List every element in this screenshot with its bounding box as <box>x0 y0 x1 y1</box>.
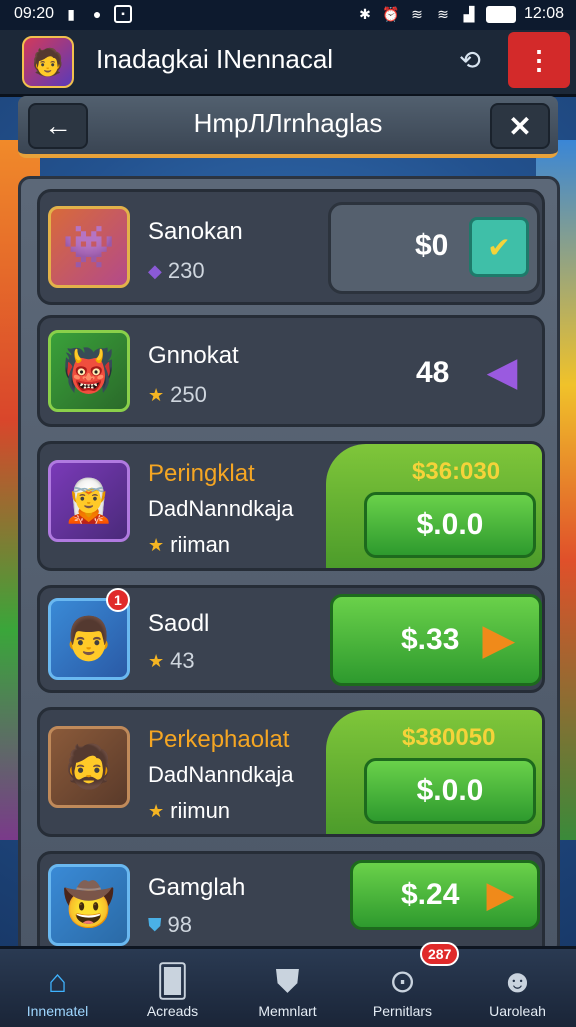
shield-icon: ⛊ <box>275 963 300 999</box>
item-name: Saodl <box>148 610 210 637</box>
monster-avatar-icon: 👾 <box>48 206 130 288</box>
list-item[interactable]: 👹 Gnnokat ★ 250 48 ◀ <box>37 315 545 427</box>
play-arrow-icon: ▶ <box>487 876 514 914</box>
nav-item-shield[interactable]: ⛊ Memnlart <box>230 949 345 1027</box>
item-name: Gnnokat <box>148 342 239 369</box>
character-avatar-icon[interactable]: 🧑 <box>22 36 74 88</box>
signal-icon: ▟ <box>463 5 475 22</box>
list-item[interactable]: 🤠 Gamglah ⛊ 98 $.24 ▶ <box>37 851 545 953</box>
item-meta: ⛊ 98 <box>148 912 192 938</box>
page-title: HmpЛЛrnhaglas <box>193 108 383 138</box>
nav-label: Pernitlars <box>372 1003 433 1019</box>
item-name: Peringklat <box>148 460 255 487</box>
buy-button[interactable]: $.0.0 <box>364 758 536 824</box>
notification-badge: 287 <box>420 942 460 966</box>
star-icon: ★ <box>148 384 165 405</box>
chevron-down-icon: ✔ <box>487 231 511 263</box>
record-icon: ● <box>92 6 102 22</box>
home-icon: ⌂ <box>47 963 68 999</box>
buy-button[interactable]: $.33 ▶ <box>330 594 542 686</box>
wifi-icon: ≋ <box>411 5 423 22</box>
item-name: Sanokan <box>148 218 243 245</box>
share-icon: ⟲ <box>459 44 481 75</box>
cowboy-avatar-icon: 🤠 <box>48 864 130 946</box>
item-meta-value: 43 <box>170 648 195 673</box>
item-name: Perkephaolat <box>148 726 290 753</box>
shield-icon: ⛊ <box>148 914 162 935</box>
select-button[interactable]: ✔ <box>469 217 529 277</box>
buy-button[interactable]: ◀ <box>472 342 532 402</box>
item-price: $0 <box>415 229 449 262</box>
notification-badge: 1 <box>106 588 130 612</box>
bottom-navigation: ⌂ Innematel 🂠 Acreads ⛊ Memnlart ⊙ Perni… <box>0 946 576 1027</box>
nav-item-home[interactable]: ⌂ Innematel <box>0 949 115 1027</box>
wifi-icon: ≋ <box>437 5 449 22</box>
item-subtitle: DadNanndkaja <box>148 496 294 521</box>
list-item-featured[interactable]: 🧝 Peringklat DadNanndkaja ★ riiman $36:0… <box>37 441 545 571</box>
item-subtitle: DadNanndkaja <box>148 762 294 787</box>
item-meta-value: riimun <box>170 798 231 823</box>
item-meta: ★ 250 <box>148 382 207 408</box>
item-meta-value: riiman <box>170 532 231 557</box>
nav-item-cards[interactable]: 🂠 Acreads <box>115 949 230 1027</box>
item-meta-value: 98 <box>167 912 192 937</box>
item-list-panel: 👾 Sanokan ◆ 230 $0 ✔ 👹 Gnnokat ★ 250 48 … <box>18 176 560 956</box>
menu-button[interactable]: ⋮ <box>508 32 570 88</box>
close-icon: ✕ <box>508 110 532 142</box>
play-arrow-icon: ▶ <box>483 618 514 662</box>
list-item-featured[interactable]: 🧔 Perkephaolat DadNanndkaja ★ riimun $38… <box>37 707 545 837</box>
buy-button[interactable]: $.24 ▶ <box>350 860 540 930</box>
bookmark-icon: ▮ <box>67 5 75 22</box>
cards-icon: 🂠 <box>156 963 189 999</box>
item-price: $.24 <box>401 878 460 911</box>
item-meta: ★ riiman <box>148 532 230 558</box>
price-panel[interactable]: $0 ✔ <box>328 202 540 294</box>
item-meta-value: 250 <box>170 382 207 407</box>
star-icon: ★ <box>148 650 165 671</box>
bluetooth-icon: ✱ <box>359 5 371 22</box>
battery-icon <box>485 5 516 23</box>
status-bar: 09:20 ▮ ● ▪ ✱ ⏰ ≋ ≋ ▟ 12:08 <box>0 0 576 30</box>
nav-label: Acreads <box>146 1003 199 1019</box>
item-meta: ★ 43 <box>148 648 195 674</box>
item-name: Gamglah <box>148 874 246 901</box>
status-time-left: 09:20 <box>14 5 55 22</box>
nav-item-profile[interactable]: ☻ Uaroleah <box>460 949 575 1027</box>
goblin-avatar-icon: 👹 <box>48 330 130 412</box>
list-item[interactable]: 👾 Sanokan ◆ 230 $0 ✔ <box>37 189 545 305</box>
item-price: 48 <box>416 356 450 389</box>
item-meta-value: 230 <box>167 258 205 283</box>
app-title: Inadagkai INennacal <box>96 44 334 74</box>
profile-icon: ☻ <box>500 963 535 999</box>
arrow-left-icon: ← <box>44 110 72 141</box>
nav-label: Memnlart <box>258 1003 317 1019</box>
status-time-right: 12:08 <box>523 5 564 22</box>
share-button[interactable]: ⟲ <box>448 40 492 80</box>
nav-label: Uaroleah <box>489 1003 546 1019</box>
photo-icon: ▪ <box>114 5 133 23</box>
gem-icon: ◀ <box>486 350 518 394</box>
more-vertical-icon: ⋮ <box>526 44 552 75</box>
explorer-avatar-icon: 🧔 <box>48 726 130 808</box>
gem-icon: ◆ <box>148 260 162 281</box>
star-icon: ★ <box>148 534 165 555</box>
warrior-avatar-icon: 🧝 <box>48 460 130 542</box>
item-meta: ◆ 230 <box>148 258 205 284</box>
item-price: $.33 <box>401 623 460 656</box>
deal-price: $36:030 <box>412 458 501 485</box>
location-pin-icon: ⊙ <box>389 963 416 999</box>
back-button[interactable]: ← <box>28 103 88 149</box>
alarm-icon: ⏰ <box>382 5 400 22</box>
star-icon: ★ <box>148 800 165 821</box>
close-button[interactable]: ✕ <box>490 103 550 149</box>
item-meta: ★ riimun <box>148 798 230 824</box>
nav-label: Innematel <box>26 1003 89 1019</box>
buy-button[interactable]: $.0.0 <box>364 492 536 558</box>
deal-price: $380050 <box>402 724 496 751</box>
